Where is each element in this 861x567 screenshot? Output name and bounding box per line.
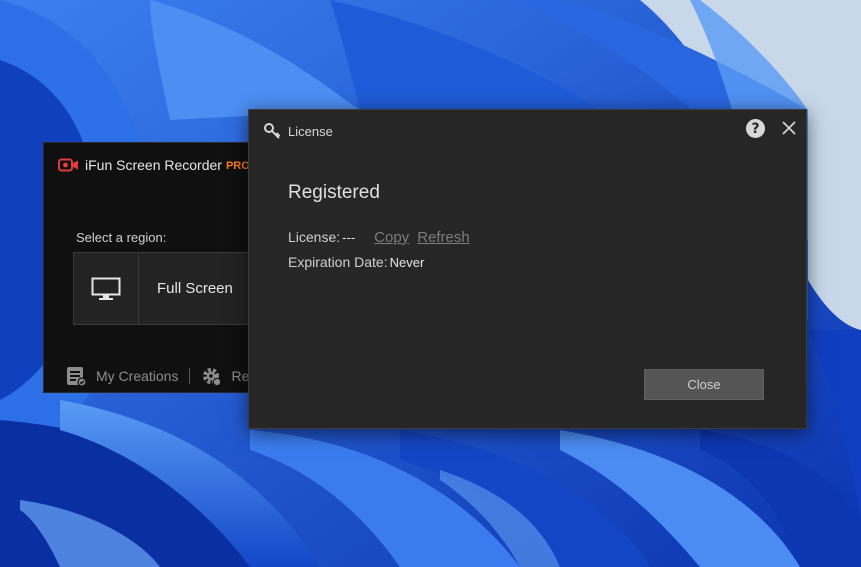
dialog-title-text: License bbox=[288, 124, 333, 139]
monitor-icon bbox=[91, 277, 121, 300]
region-label: Select a region: bbox=[76, 230, 167, 245]
creations-icon bbox=[67, 367, 86, 386]
license-row: License: --- Copy Refresh bbox=[288, 229, 470, 246]
footer-divider bbox=[189, 368, 191, 384]
expiration-value: Never bbox=[389, 255, 425, 270]
close-icon[interactable] bbox=[780, 119, 798, 137]
copy-link[interactable]: Copy bbox=[374, 229, 409, 246]
license-label: License: bbox=[288, 229, 341, 245]
key-icon bbox=[264, 123, 281, 139]
region-selector: Full Screen bbox=[73, 252, 259, 325]
license-value: --- bbox=[342, 230, 356, 245]
recorder-title: iFun Screen Recorder PRO bbox=[58, 155, 250, 175]
dialog-title: License bbox=[264, 123, 333, 140]
license-dialog: License ? Registered License: --- Copy R… bbox=[248, 109, 807, 429]
help-button[interactable]: ? bbox=[746, 119, 765, 138]
my-creations-button[interactable]: My Creations bbox=[66, 366, 178, 386]
camera-icon bbox=[58, 158, 78, 172]
my-creations-label: My Creations bbox=[96, 368, 179, 384]
monitor-button[interactable] bbox=[74, 253, 139, 324]
recorder-window: iFun Screen Recorder PRO Select a region… bbox=[43, 142, 259, 393]
expiration-label: Expiration Date: bbox=[288, 254, 388, 270]
settings-label: Re bbox=[231, 368, 250, 384]
settings-button[interactable]: Re bbox=[201, 366, 249, 386]
app-name: iFun Screen Recorder bbox=[85, 157, 222, 173]
recorder-footer: My Creations Re bbox=[66, 365, 249, 387]
refresh-link[interactable]: Refresh bbox=[417, 229, 470, 246]
full-screen-button[interactable]: Full Screen bbox=[139, 253, 258, 324]
expiration-row: Expiration Date: Never bbox=[288, 254, 424, 270]
gear-icon bbox=[203, 368, 222, 386]
pro-badge: PRO bbox=[225, 160, 250, 172]
dialog-titlebar: License ? bbox=[249, 110, 806, 154]
close-button[interactable]: Close bbox=[644, 369, 764, 400]
registration-status: Registered bbox=[288, 182, 380, 203]
